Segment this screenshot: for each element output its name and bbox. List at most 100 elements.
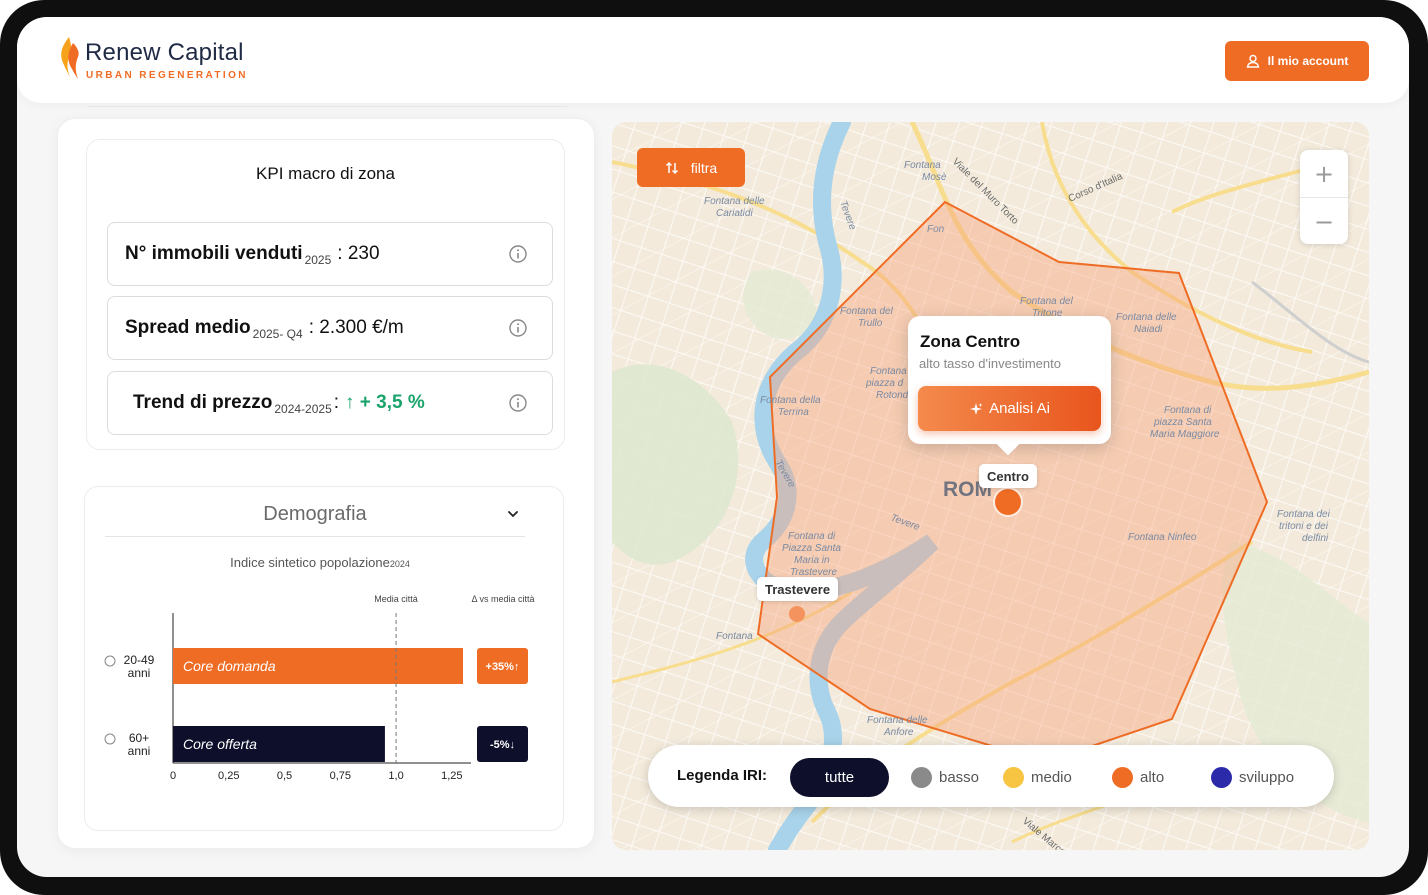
svg-text:Fontana di: Fontana di [1164, 405, 1212, 416]
svg-text:tritoni e dei: tritoni e dei [1279, 521, 1329, 532]
kpi-value: : [333, 392, 340, 413]
zoom-out-button[interactable]: − [1300, 198, 1348, 245]
popup-title: Zona Centro [920, 332, 1021, 351]
delta-header: Δ vs media città [471, 594, 534, 604]
legend-filter-alto[interactable]: alto [1112, 765, 1164, 789]
demography-card: Demografia Indice sintetico popolazione2… [84, 486, 564, 831]
kpi-label: N° immobili venduti [125, 243, 303, 264]
app-screen: Renew Capital URBAN REGENERATION Il mio … [17, 17, 1409, 877]
x-tick-label: 0,25 [218, 770, 239, 782]
user-icon [1246, 54, 1259, 68]
chart-title-text: Indice sintetico popolazione [230, 555, 390, 570]
marker-label-centro: Centro [979, 464, 1037, 488]
chevron-down-icon [508, 511, 518, 517]
brand-logo[interactable]: Renew Capital URBAN REGENERATION [57, 35, 267, 85]
category-label-line1: 60+ [129, 731, 149, 745]
kpi-row-price-trend: Trend di prezzo 2024-2025 : ↑ + 3,5 % [107, 371, 553, 435]
filter-button[interactable]: filtra [637, 148, 745, 187]
marker-trastevere[interactable] [789, 606, 805, 622]
marker-label-trastevere: Trastevere [757, 577, 839, 601]
svg-text:piazza Santa: piazza Santa [1153, 417, 1212, 428]
info-icon[interactable] [104, 655, 116, 667]
zone-popup: Zona Centro alto tasso d'investimento An… [908, 316, 1111, 444]
my-account-label: Il mio account [1267, 54, 1349, 68]
svg-text:Fontana di: Fontana di [788, 531, 836, 542]
demography-accordion-header[interactable]: Demografia [105, 499, 525, 537]
legend-item-label: sviluppo [1239, 768, 1295, 786]
zoom-in-button[interactable]: + [1300, 150, 1348, 197]
svg-text:Fontana del: Fontana del [840, 306, 894, 317]
svg-text:Fontana: Fontana [870, 366, 907, 377]
category-label-line2: anni [128, 666, 151, 680]
x-tick-label: 0 [170, 770, 176, 782]
sort-arrows-icon [665, 161, 678, 174]
svg-text:Fontana dei: Fontana dei [1277, 509, 1331, 520]
svg-text:Fontana: Fontana [904, 160, 941, 171]
kpi-title: KPI macro di zona [256, 164, 395, 183]
svg-text:Piazza Santa: Piazza Santa [782, 543, 841, 554]
sparkle-icon [970, 402, 983, 415]
x-tick-label: 0,75 [330, 770, 351, 782]
map-view[interactable]: Fontana delle Cariatidi Fontana Mosè Fon F… [612, 122, 1369, 850]
marker-centro[interactable] [995, 489, 1021, 515]
ai-analysis-button[interactable]: Analisi Ai [918, 386, 1101, 431]
chart-title: Indice sintetico popolazione2024 [85, 555, 555, 570]
svg-text:Trullo: Trullo [858, 318, 883, 329]
brand-name: Renew Capital [85, 39, 244, 66]
category-label-line2: anni [128, 744, 151, 758]
kpi-row-average-spread: Spread medio 2025- Q4 : 2.300 €/m [107, 296, 553, 360]
filter-label: filtra [690, 159, 718, 176]
top-header: Renew Capital URBAN REGENERATION Il mio … [17, 17, 1409, 103]
svg-text:Mosè: Mosè [922, 172, 947, 183]
x-tick-label: 1,0 [388, 770, 403, 782]
zone-info-panel: KPI macro di zona N° immobili venduti 20… [57, 118, 595, 849]
svg-text:Terrina: Terrina [778, 407, 809, 418]
svg-text:Cariatidi: Cariatidi [716, 208, 753, 219]
legend-filter-all[interactable]: tutte [790, 758, 889, 797]
svg-text:Fontana delle: Fontana delle [1116, 312, 1177, 323]
legend-filter-sviluppo[interactable]: sviluppo [1211, 765, 1294, 789]
delta-value: +35%↑ [486, 661, 520, 673]
legend-item-label: alto [1140, 768, 1165, 786]
svg-text:Fontana: Fontana [716, 631, 753, 642]
kpi-card: KPI macro di zona N° immobili venduti 20… [86, 139, 565, 450]
flame-logo-icon [61, 37, 79, 79]
legend-dot-medio [1003, 766, 1024, 788]
svg-text:Naiadi: Naiadi [1134, 324, 1163, 335]
svg-text:Maria Maggiore: Maria Maggiore [1150, 429, 1220, 440]
legend-dot-basso [911, 766, 932, 788]
bar-label: Core domanda [183, 658, 276, 674]
legend-dot-sviluppo [1211, 766, 1232, 788]
svg-text:Rotond: Rotond [876, 390, 909, 401]
svg-text:Fontana del: Fontana del [1020, 296, 1074, 307]
legend-dot-alto [1112, 766, 1133, 788]
svg-text:Maria in: Maria in [794, 555, 830, 566]
iri-legend: Legenda IRI: tutte basso medio alto svil… [648, 745, 1334, 807]
svg-text:Fontana della: Fontana della [760, 395, 821, 406]
svg-text:delfini: delfini [1302, 533, 1329, 544]
svg-text:Fontana delle: Fontana delle [704, 196, 765, 207]
device-frame: Renew Capital URBAN REGENERATION Il mio … [0, 0, 1428, 895]
legend-label: Legenda IRI: [677, 767, 768, 784]
ai-analysis-label: Analisi Ai [989, 400, 1050, 417]
legend-filter-medio[interactable]: medio [1003, 765, 1072, 789]
info-icon[interactable] [508, 244, 528, 264]
my-account-button[interactable]: Il mio account [1225, 41, 1369, 81]
header-divider [87, 106, 567, 107]
bar-label: Core offerta [183, 736, 257, 752]
kpi-row-sold-properties: N° immobili venduti 2025 : 230 [107, 222, 553, 286]
svg-text:Anfore: Anfore [883, 727, 914, 738]
chart-title-year: 2024 [389, 559, 410, 569]
kpi-trend-value: ↑ + 3,5 % [345, 392, 425, 413]
info-icon[interactable] [508, 393, 528, 413]
reference-line-label: Media città [374, 594, 418, 604]
info-icon[interactable] [508, 318, 528, 338]
kpi-period: 2025- Q4 [252, 327, 303, 341]
kpi-label: Spread medio [125, 317, 251, 338]
population-index-chart: Media città Δ vs media città Core domanda 2… [104, 594, 535, 782]
info-icon[interactable] [104, 733, 116, 745]
kpi-period: 2025 [304, 253, 332, 267]
kpi-value: : 230 [337, 243, 380, 264]
svg-text:Fontana Ninfeo: Fontana Ninfeo [1128, 532, 1197, 543]
legend-filter-basso[interactable]: basso [911, 765, 979, 789]
